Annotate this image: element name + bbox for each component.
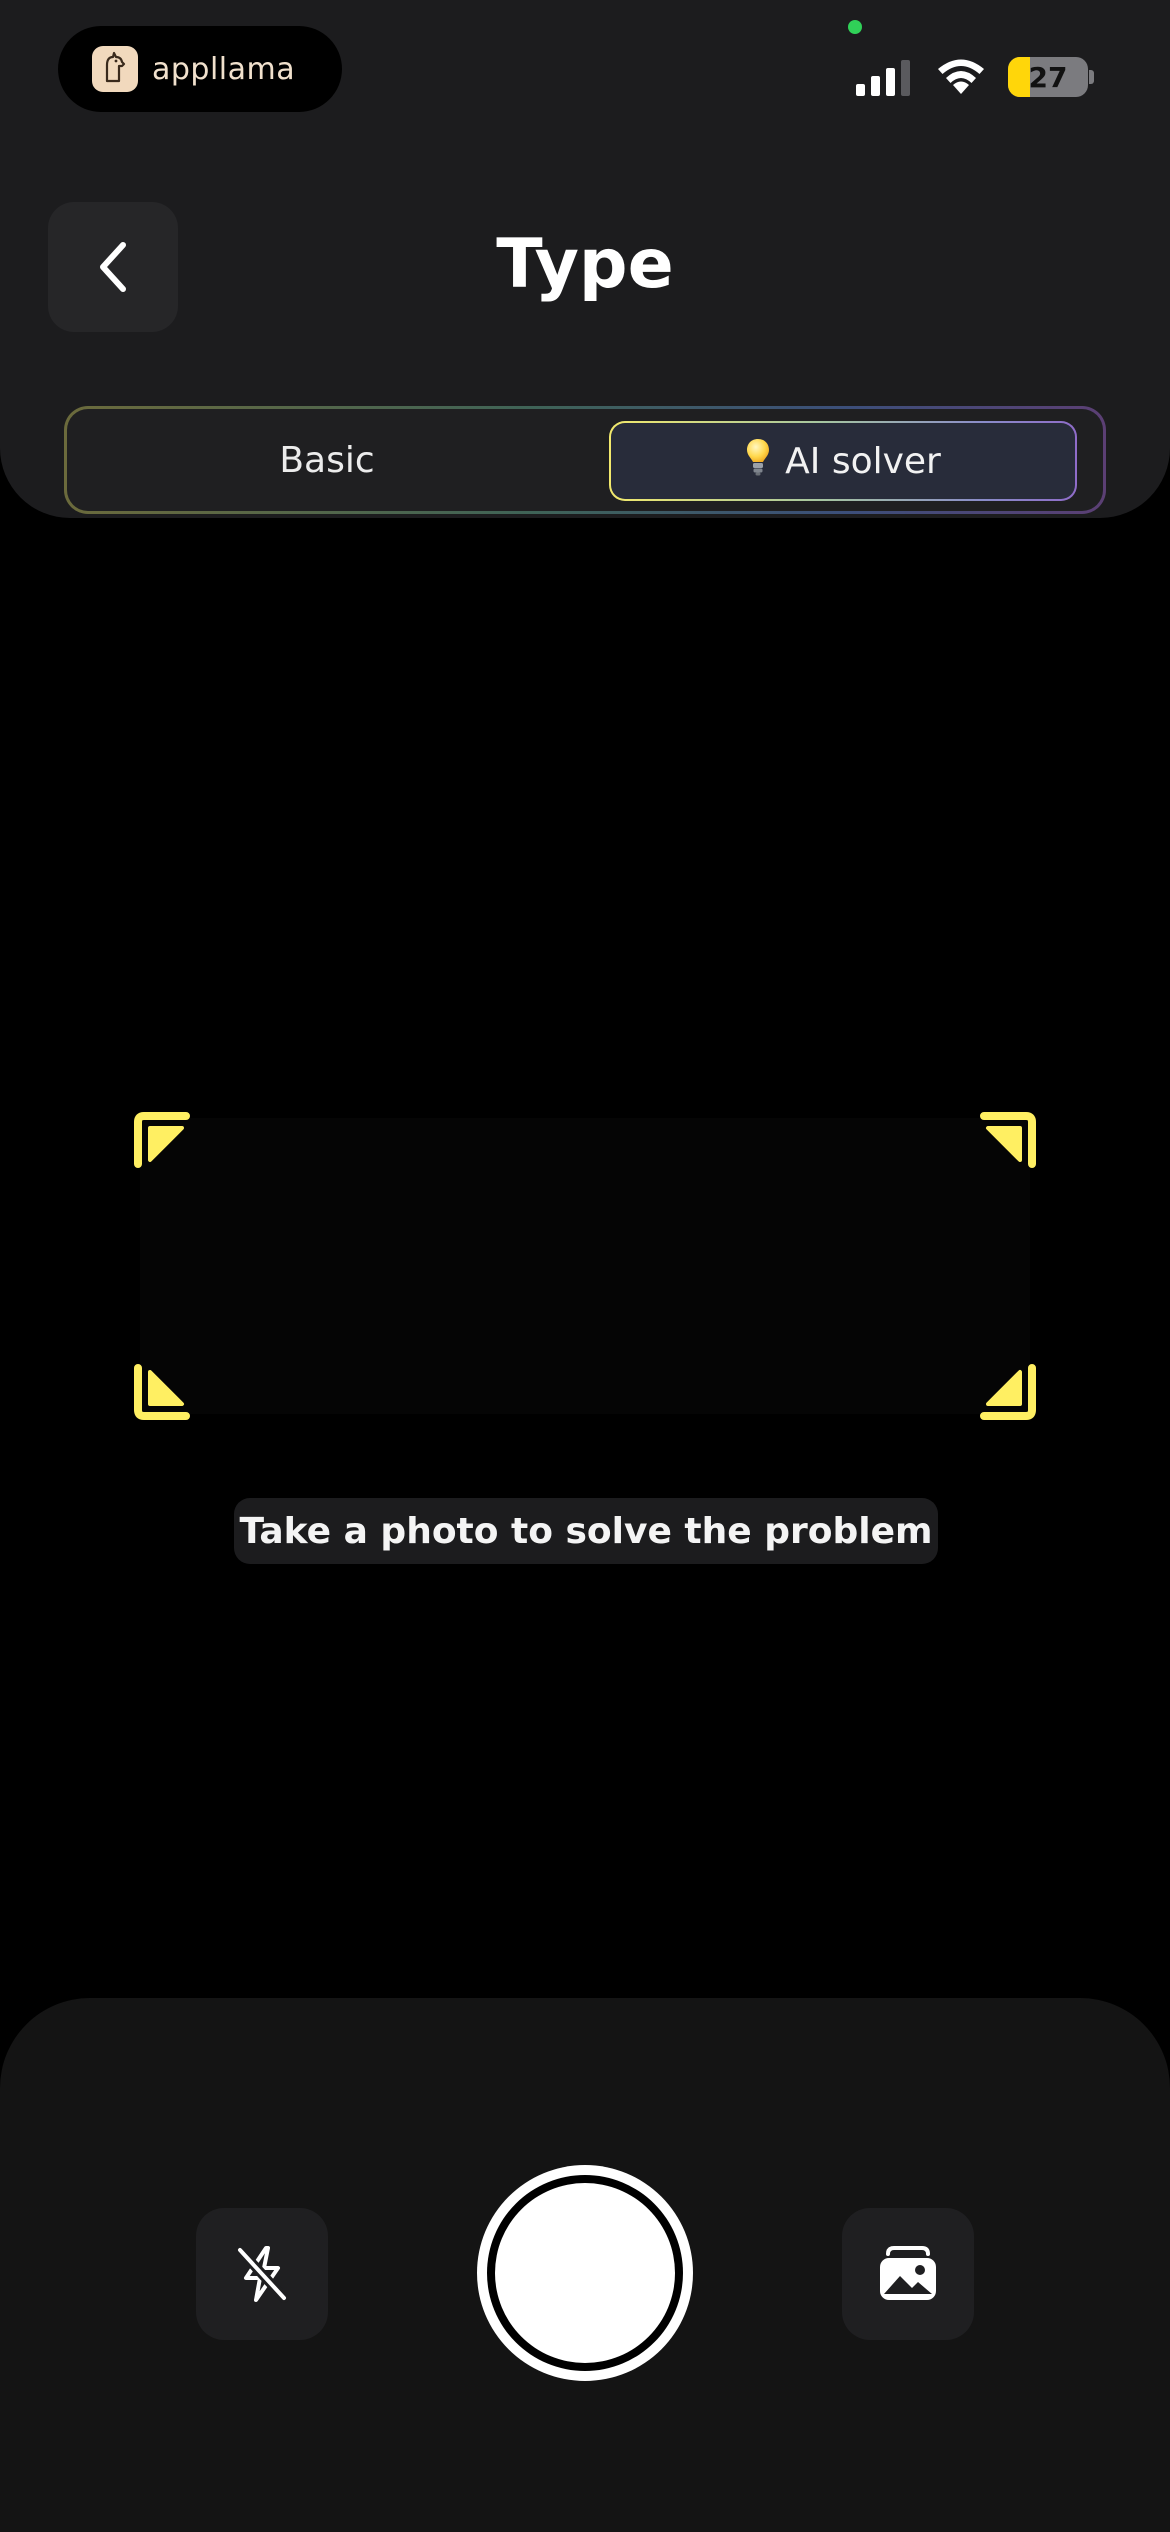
tab-ai-solver-label: AI solver <box>785 440 941 482</box>
scan-corner-bottom-right <box>980 1364 1036 1420</box>
battery-tip <box>1089 70 1094 84</box>
gallery-button[interactable] <box>842 2208 974 2340</box>
battery-percent: 27 <box>1028 60 1068 94</box>
scan-area <box>140 1118 1030 1414</box>
photo-gallery-icon <box>880 2246 936 2300</box>
shutter-icon <box>495 2183 675 2363</box>
shutter-button[interactable] <box>477 2165 693 2381</box>
privacy-indicator-dot <box>848 20 862 34</box>
llama-logo-icon <box>92 46 138 92</box>
scan-corner-bottom-left <box>134 1364 190 1420</box>
header-panel: appllama 27 Type Basic AI solver <box>0 0 1170 518</box>
flash-toggle-button[interactable] <box>196 2208 328 2340</box>
flash-off-icon <box>235 2245 289 2303</box>
lightbulb-icon <box>745 437 771 486</box>
segmented-control-track: Basic AI solver <box>67 409 1103 511</box>
scan-corner-top-left <box>134 1112 190 1168</box>
tab-basic[interactable]: Basic <box>67 409 587 511</box>
battery-icon: 27 <box>1008 57 1088 97</box>
camera-hint: Take a photo to solve the problem <box>234 1498 938 1564</box>
cellular-signal-icon <box>856 58 910 96</box>
tab-ai-solver[interactable]: AI solver <box>609 421 1077 501</box>
app-name: appllama <box>152 51 296 87</box>
mode-segmented-control: Basic AI solver <box>64 406 1106 514</box>
app-indicator-pill[interactable]: appllama <box>58 26 342 112</box>
wifi-icon <box>934 56 988 100</box>
scan-corner-top-right <box>980 1112 1036 1168</box>
tab-ai-solver-inner: AI solver <box>611 423 1075 499</box>
tab-basic-label: Basic <box>279 439 375 481</box>
scan-frame <box>132 1110 1038 1422</box>
page-title: Type <box>496 225 674 304</box>
